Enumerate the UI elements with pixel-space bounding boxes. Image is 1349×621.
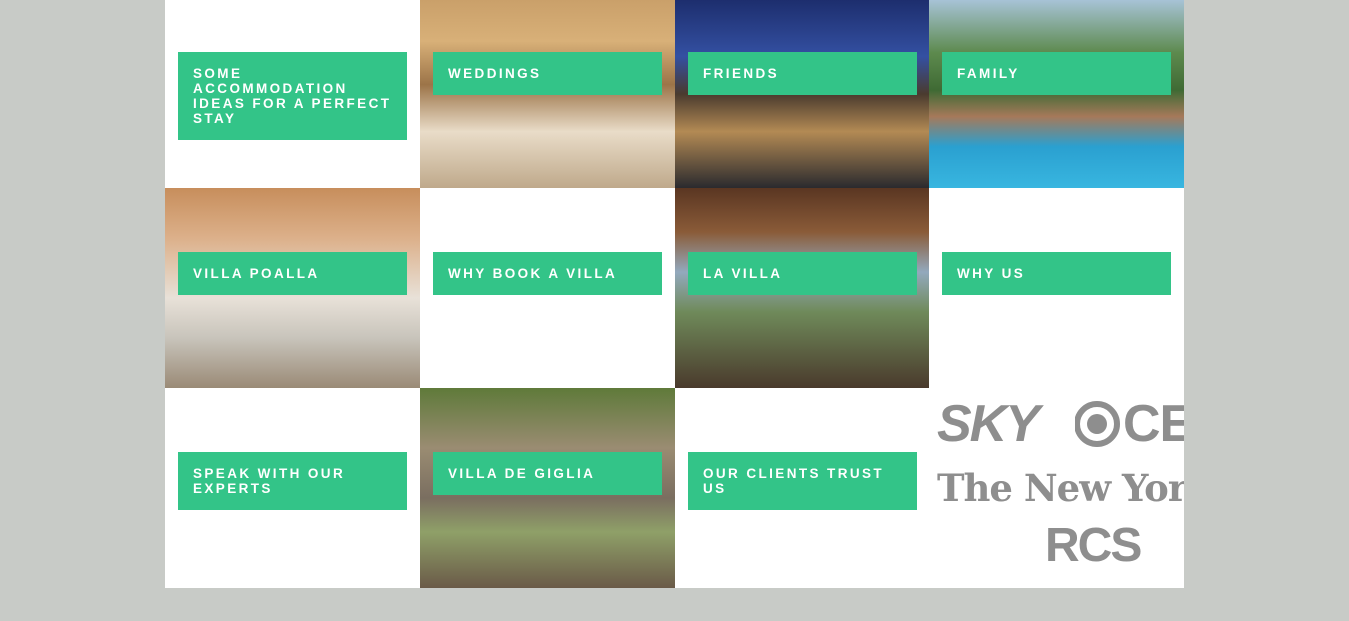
tile-label-why-book-a-villa[interactable]: WHY BOOK A VILLA [433,252,662,295]
tile-why-us[interactable]: WHY US [929,188,1184,388]
press-logos: SKY CE The New York Ti RCS [929,388,1184,588]
tile-label-accommodation-ideas[interactable]: SOME ACCOMMODATION IDEAS FOR A PERFECT S… [178,52,407,140]
tile-label-la-villa[interactable]: LA VILLA [688,252,917,295]
tile-family[interactable]: FAMILY [929,0,1184,188]
tile-friends[interactable]: FRIENDS [675,0,929,188]
tile-accommodation-ideas[interactable]: SOME ACCOMMODATION IDEAS FOR A PERFECT S… [165,0,420,188]
tile-label-why-us[interactable]: WHY US [942,252,1171,295]
tile-why-book-a-villa[interactable]: WHY BOOK A VILLA [420,188,675,388]
tile-label-friends[interactable]: FRIENDS [688,52,917,95]
rcs-logo: RCS [1045,519,1142,572]
nyt-logo: The New York Ti [937,466,1184,510]
tile-grid: SOME ACCOMMODATION IDEAS FOR A PERFECT S… [165,0,1184,588]
tile-la-villa[interactable]: LA VILLA [675,188,929,388]
tile-label-speak-with-experts[interactable]: SPEAK WITH OUR EXPERTS [178,452,407,510]
tile-label-villa-poalla[interactable]: VILLA POALLA [178,252,407,295]
tile-weddings[interactable]: WEDDINGS [420,0,675,188]
tile-villa-de-giglia[interactable]: VILLA DE GIGLIA [420,388,675,588]
tile-label-family[interactable]: FAMILY [942,52,1171,95]
tile-clients-trust-us[interactable]: OUR CLIENTS TRUST US [675,388,929,588]
tile-label-villa-de-giglia[interactable]: VILLA DE GIGLIA [433,452,662,495]
sky-logo: SKY [937,395,1040,453]
tile-villa-poalla[interactable]: VILLA POALLA [165,188,420,388]
tile-label-clients-trust-us[interactable]: OUR CLIENTS TRUST US [688,452,917,510]
cbs-text: CE [1123,395,1184,453]
tile-press-logos: SKY CE The New York Ti RCS [929,388,1184,588]
tile-label-weddings[interactable]: WEDDINGS [433,52,662,95]
tile-speak-with-experts[interactable]: SPEAK WITH OUR EXPERTS [165,388,420,588]
